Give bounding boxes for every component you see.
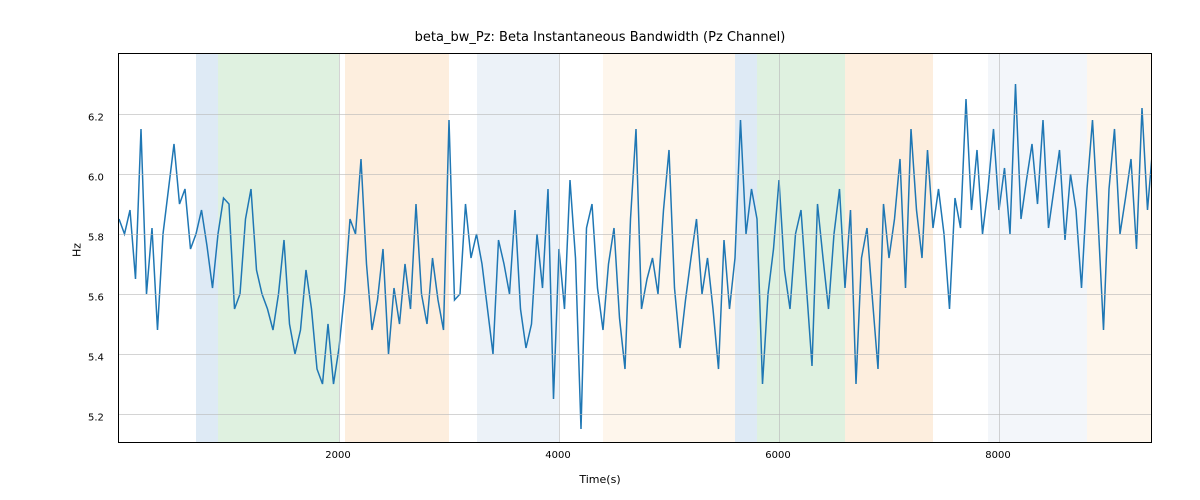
y-tick-label: 5.2 — [88, 413, 104, 424]
x-gridline — [779, 54, 780, 442]
x-tick-label: 2000 — [325, 450, 350, 461]
x-gridline — [559, 54, 560, 442]
y-tick-label: 5.4 — [88, 353, 104, 364]
chart-title: beta_bw_Pz: Beta Instantaneous Bandwidth… — [0, 30, 1200, 45]
x-gridline — [339, 54, 340, 442]
y-gridline — [119, 294, 1151, 295]
plot-area — [118, 53, 1152, 443]
y-tick-label: 5.6 — [88, 293, 104, 304]
y-axis-label: Hz — [71, 243, 84, 257]
y-gridline — [119, 414, 1151, 415]
x-gridline — [999, 54, 1000, 442]
x-tick-label: 6000 — [765, 450, 790, 461]
x-axis-label: Time(s) — [0, 473, 1200, 486]
y-gridline — [119, 114, 1151, 115]
y-tick-label: 6.2 — [88, 113, 104, 124]
y-tick-label: 6.0 — [88, 173, 104, 184]
y-gridline — [119, 354, 1151, 355]
y-gridline — [119, 174, 1151, 175]
y-gridline — [119, 234, 1151, 235]
data-svg — [119, 54, 1152, 443]
series-line — [119, 84, 1152, 429]
x-tick-label: 8000 — [985, 450, 1010, 461]
y-tick-label: 5.8 — [88, 233, 104, 244]
chart-container: 20004000600080005.25.45.65.86.06.2 — [118, 53, 1152, 443]
x-tick-label: 4000 — [545, 450, 570, 461]
